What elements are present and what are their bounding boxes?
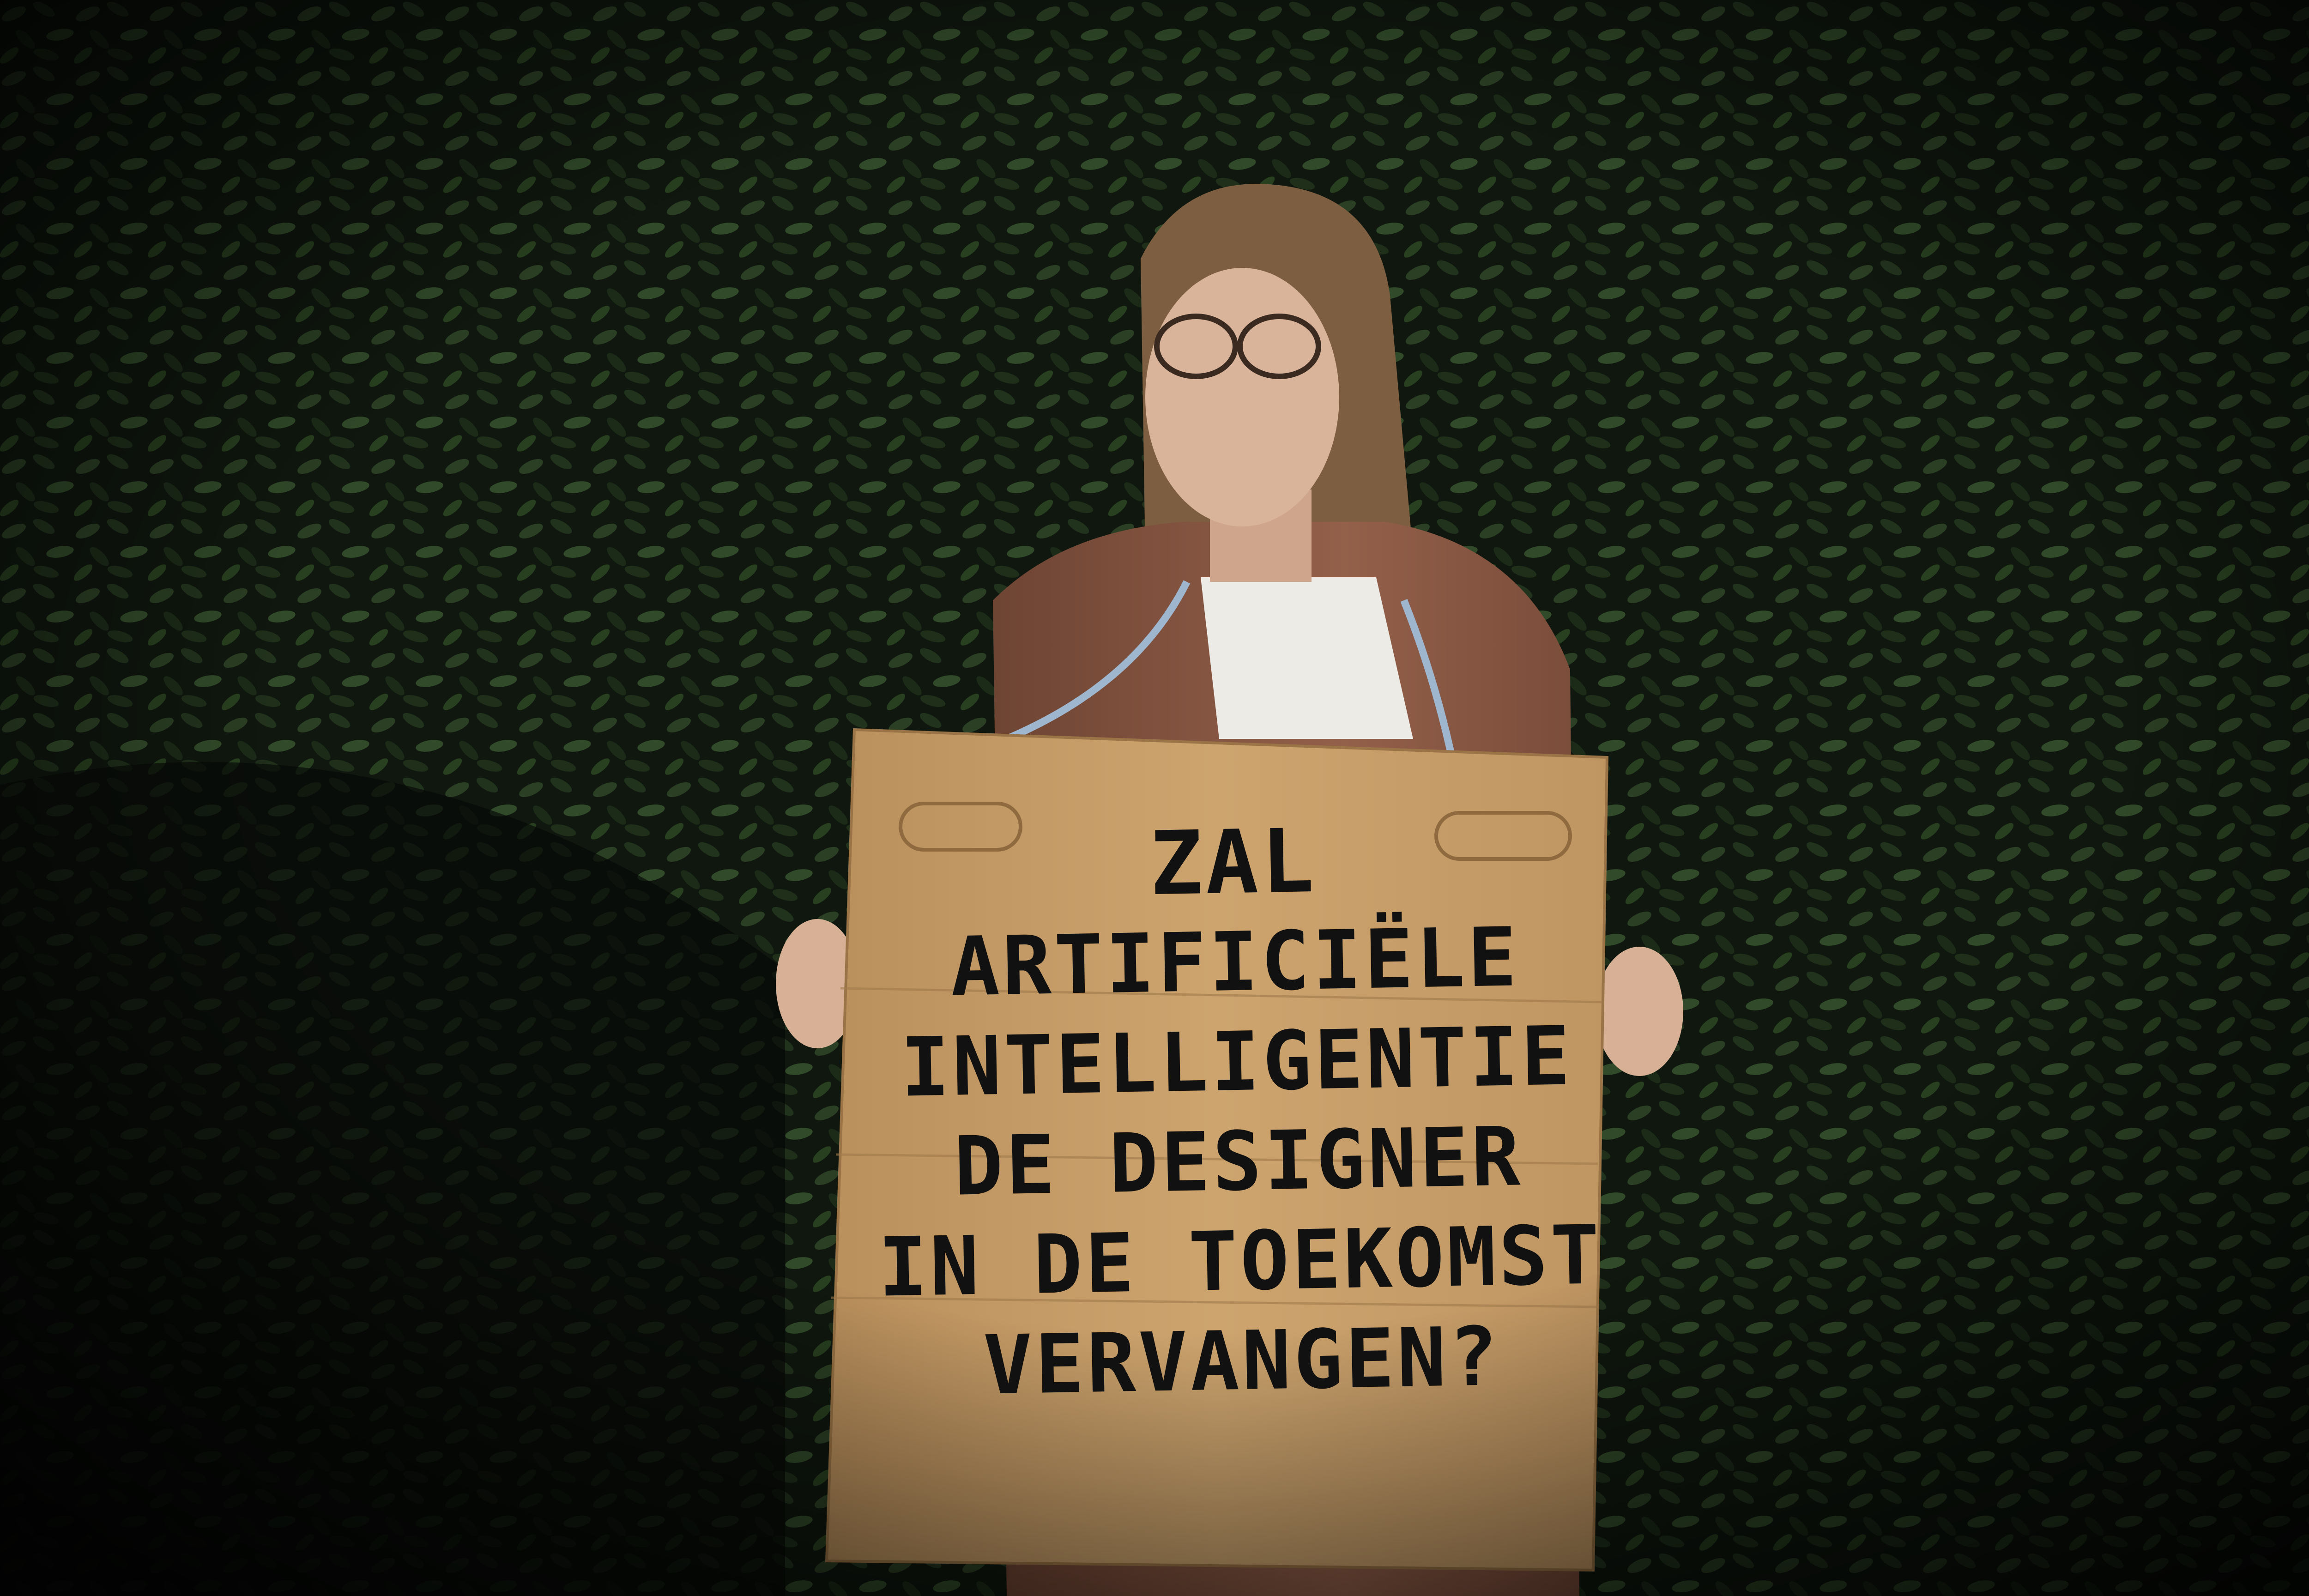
- sign-text: ZAL ARTIFICIËLE INTELLIGENTIE DE DESIGNE…: [845, 806, 1631, 1418]
- sign-line-3: INTELLIGENTIE: [900, 1009, 1574, 1115]
- sign-line-5: IN DE TOEKOMST: [877, 1208, 1603, 1315]
- sign-line-1: ZAL: [1149, 810, 1318, 915]
- sign-line-6: VERVANGEN?: [982, 1309, 1501, 1413]
- photo-scene: ZAL ARTIFICIËLE INTELLIGENTIE DE DESIGNE…: [0, 0, 2309, 1596]
- sign-line-2: ARTIFICIËLE: [949, 910, 1520, 1015]
- sign-line-4: DE DESIGNER: [953, 1109, 1524, 1214]
